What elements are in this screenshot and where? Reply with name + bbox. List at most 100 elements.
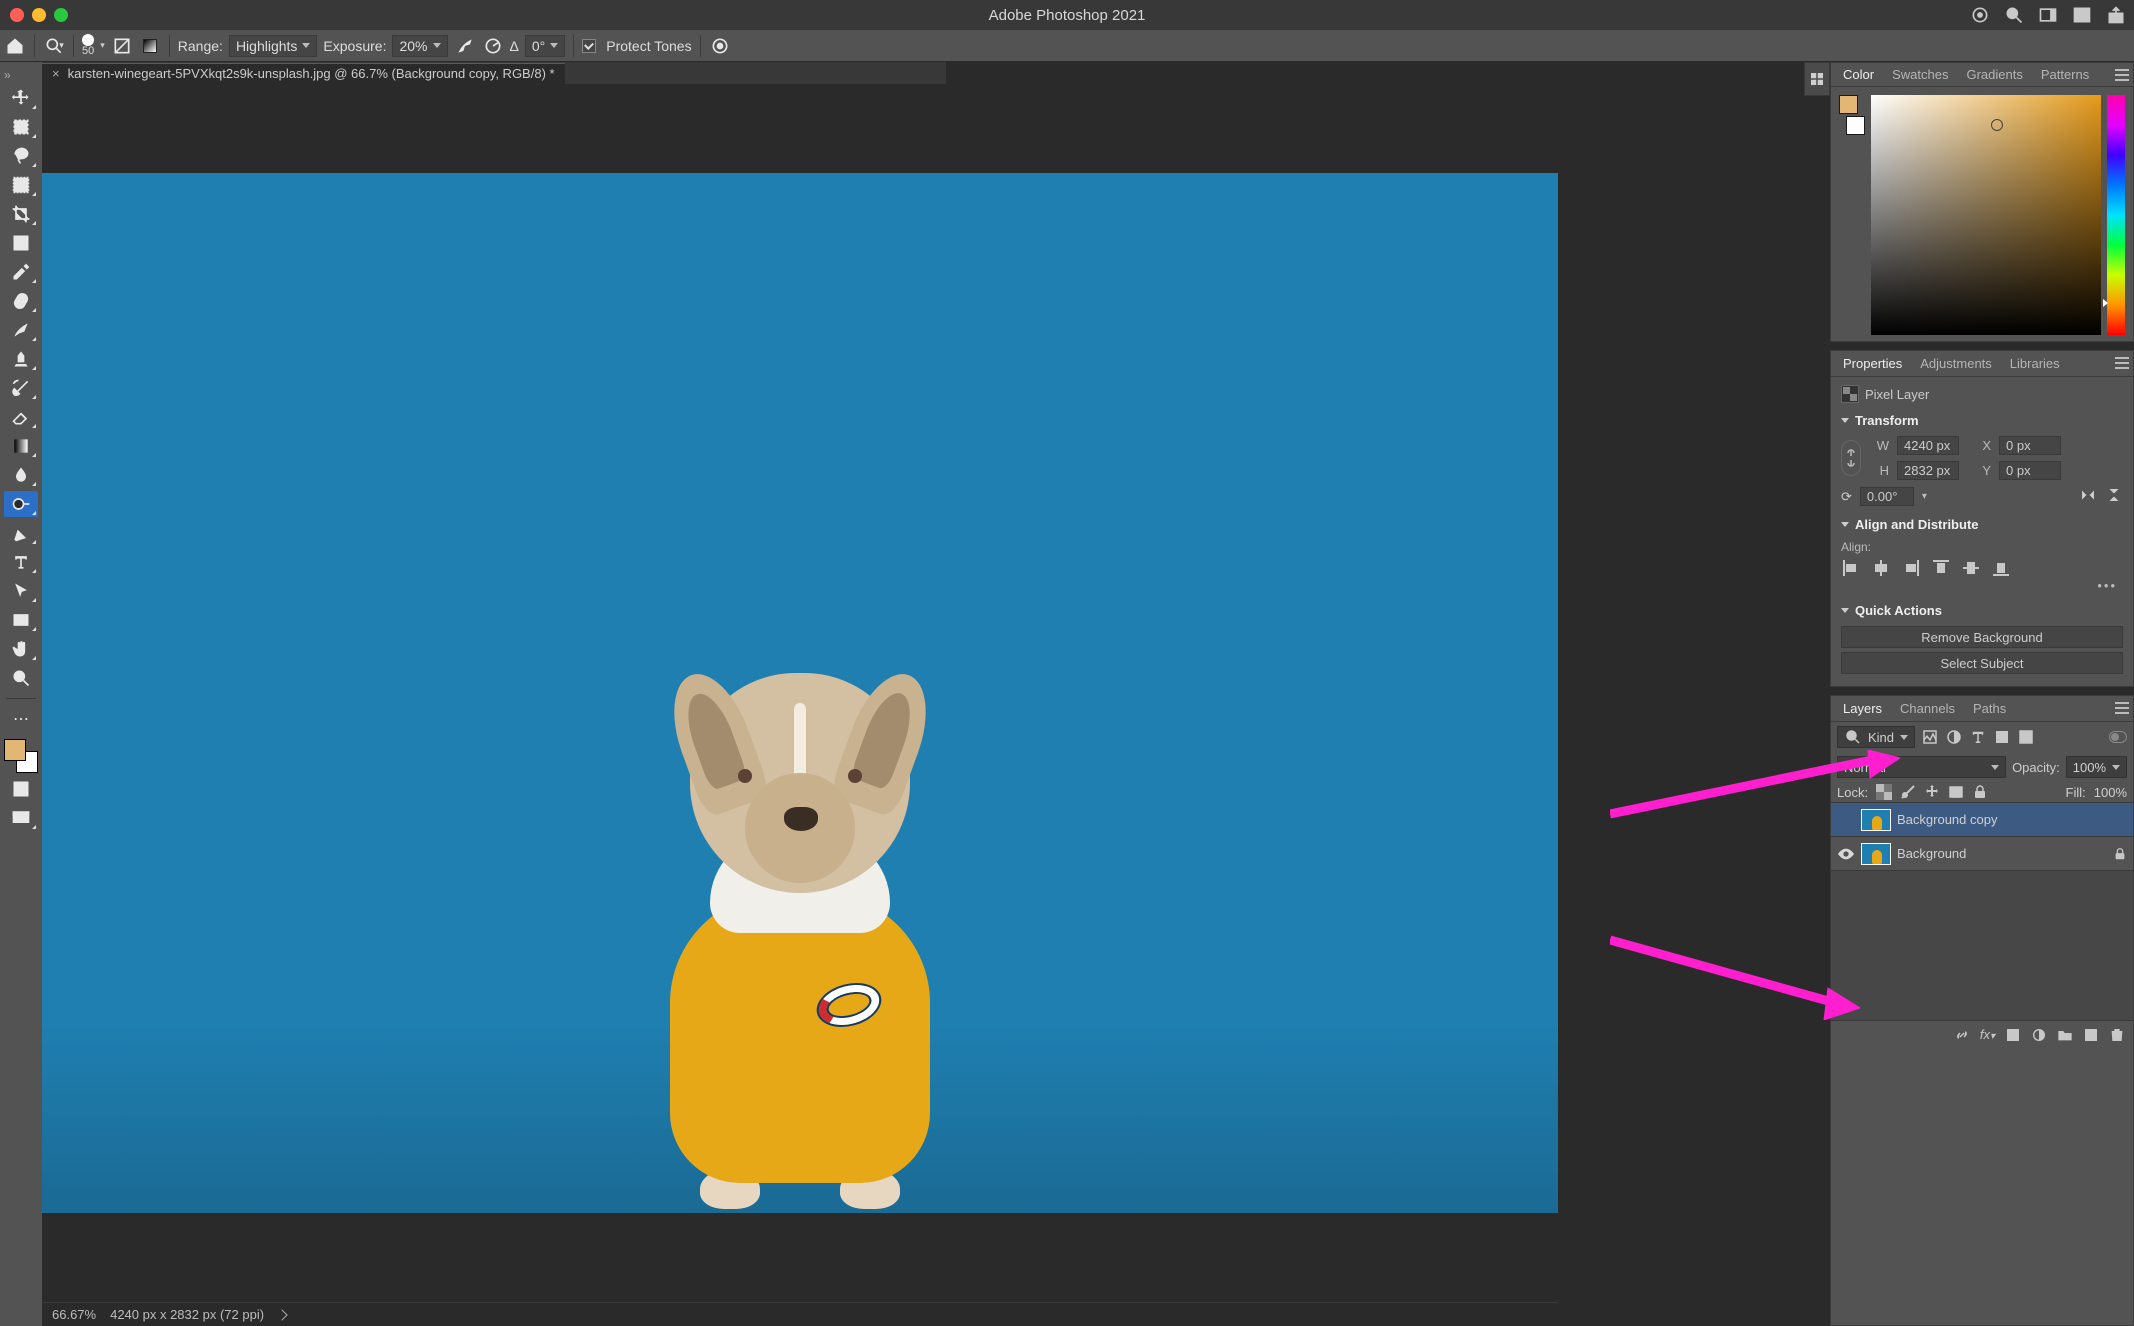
window-zoom[interactable] — [54, 8, 68, 22]
adjustment-filter-icon[interactable] — [1945, 728, 1963, 746]
zoom-tool[interactable] — [4, 665, 38, 691]
angle-icon[interactable] — [482, 35, 504, 57]
eraser-tool[interactable] — [4, 404, 38, 430]
transform-x-input[interactable]: 0 px — [1999, 436, 2061, 455]
tab-patterns[interactable]: Patterns — [2033, 63, 2097, 86]
quick-actions-header[interactable]: Quick Actions — [1841, 603, 2123, 618]
tab-close-icon[interactable]: × — [52, 66, 60, 81]
canvas-area[interactable] — [42, 84, 1558, 1302]
select-subject-button[interactable]: Select Subject — [1841, 652, 2123, 674]
status-flyout-icon[interactable] — [276, 1309, 287, 1320]
gradient-preview[interactable] — [139, 35, 161, 57]
layer-thumbnail[interactable] — [1861, 843, 1891, 865]
gradient-tool[interactable] — [4, 433, 38, 459]
transform-y-input[interactable]: 0 px — [1999, 461, 2061, 480]
tab-layers[interactable]: Layers — [1835, 697, 1890, 720]
airbrush-icon[interactable] — [454, 35, 476, 57]
pen-tool[interactable] — [4, 520, 38, 546]
lock-position-icon[interactable] — [1924, 784, 1940, 800]
clone-stamp-tool[interactable] — [4, 346, 38, 372]
search-icon[interactable] — [2004, 5, 2024, 25]
layer-filter-kind[interactable]: Kind — [1837, 726, 1915, 748]
fx-icon[interactable]: fx▾ — [1980, 1027, 1995, 1042]
tab-gradients[interactable]: Gradients — [1958, 63, 2030, 86]
history-brush-tool[interactable] — [4, 375, 38, 401]
frame-tool[interactable] — [4, 230, 38, 256]
layer-visibility-toggle[interactable] — [1837, 848, 1855, 860]
link-wh-icon[interactable] — [1841, 440, 1861, 476]
angle-input[interactable]: 0° — [525, 35, 565, 57]
tab-color[interactable]: Color — [1835, 63, 1882, 86]
quickmask-icon[interactable] — [4, 776, 38, 802]
align-vcenter-icon[interactable] — [1961, 558, 1981, 578]
exposure-dropdown[interactable]: 20% — [392, 35, 447, 57]
color-field[interactable] — [1871, 95, 2101, 335]
align-right-icon[interactable] — [1901, 558, 1921, 578]
align-bottom-icon[interactable] — [1991, 558, 2011, 578]
rotation-input[interactable]: 0.00° — [1860, 487, 1914, 506]
rectangle-tool[interactable] — [4, 607, 38, 633]
tab-properties[interactable]: Properties — [1835, 352, 1910, 375]
hue-slider[interactable] — [2107, 95, 2125, 335]
brush-tool[interactable] — [4, 317, 38, 343]
panel-menu-icon[interactable] — [2115, 357, 2129, 369]
type-tool[interactable] — [4, 549, 38, 575]
group-icon[interactable] — [2057, 1027, 2073, 1043]
arrange-icon[interactable] — [2072, 5, 2092, 25]
flip-horizontal-icon[interactable] — [2079, 486, 2097, 507]
layer-row-background-copy[interactable]: Background copy — [1831, 802, 2133, 836]
workspace-icon[interactable] — [2038, 5, 2058, 25]
share-icon[interactable] — [2106, 5, 2126, 25]
tablet-pressure-icon[interactable] — [709, 35, 731, 57]
mask-icon[interactable] — [2005, 1027, 2021, 1043]
object-select-tool[interactable] — [4, 172, 38, 198]
lasso-tool[interactable] — [4, 143, 38, 169]
transform-w-input[interactable]: 4240 px — [1897, 436, 1959, 455]
rect-marquee-tool[interactable] — [4, 114, 38, 140]
screenmode-icon[interactable] — [4, 805, 38, 831]
tab-channels[interactable]: Channels — [1892, 697, 1963, 720]
panel-menu-icon[interactable] — [2115, 69, 2129, 81]
transform-h-input[interactable]: 2832 px — [1897, 461, 1959, 480]
align-section-header[interactable]: Align and Distribute — [1841, 517, 2123, 532]
home-button[interactable] — [4, 35, 26, 57]
status-dimensions[interactable]: 4240 px x 2832 px (72 ppi) — [110, 1307, 264, 1322]
lock-all-icon[interactable] — [1972, 784, 1988, 800]
blend-mode-dropdown[interactable]: Normal — [1837, 756, 2006, 778]
align-hcenter-icon[interactable] — [1871, 558, 1891, 578]
layer-thumbnail[interactable] — [1861, 809, 1891, 831]
remove-background-button[interactable]: Remove Background — [1841, 626, 2123, 648]
range-dropdown[interactable]: Highlights — [229, 35, 317, 57]
fill-input[interactable]: 100% — [2094, 785, 2127, 800]
lock-transparent-icon[interactable] — [1876, 784, 1892, 800]
eyedropper-tool[interactable] — [4, 259, 38, 285]
path-select-tool[interactable] — [4, 578, 38, 604]
healing-brush-tool[interactable] — [4, 288, 38, 314]
crop-tool[interactable] — [4, 201, 38, 227]
lock-image-icon[interactable] — [1900, 784, 1916, 800]
trash-icon[interactable] — [2109, 1027, 2125, 1043]
image-filter-icon[interactable] — [1921, 728, 1939, 746]
new-layer-icon[interactable] — [2083, 1027, 2099, 1043]
brush-preset-picker[interactable]: 50 — [82, 34, 94, 57]
cloud-sync-icon[interactable] — [1970, 5, 1990, 25]
move-tool[interactable] — [4, 85, 38, 111]
link-layers-icon[interactable] — [1954, 1027, 1970, 1043]
collapsed-panel-dock[interactable] — [1804, 62, 1830, 96]
shape-filter-icon[interactable] — [1993, 728, 2011, 746]
lock-artboard-icon[interactable] — [1948, 784, 1964, 800]
foreground-background-swatch[interactable] — [4, 739, 38, 773]
align-left-icon[interactable] — [1841, 558, 1861, 578]
layer-name[interactable]: Background — [1897, 846, 1966, 861]
edit-toolbar-icon[interactable]: ⋯ — [4, 706, 38, 732]
brush-settings-icon[interactable] — [111, 35, 133, 57]
layer-row-background[interactable]: Background — [1831, 836, 2133, 870]
tool-preset-picker[interactable]: ▾ — [43, 35, 65, 57]
foreground-color-swatch[interactable] — [4, 739, 26, 761]
hand-tool[interactable] — [4, 636, 38, 662]
transform-section-header[interactable]: Transform — [1841, 413, 2123, 428]
flip-vertical-icon[interactable] — [2105, 486, 2123, 507]
panel-menu-icon[interactable] — [2115, 702, 2129, 714]
smartobj-filter-icon[interactable] — [2017, 728, 2035, 746]
document-canvas[interactable] — [42, 173, 1558, 1213]
